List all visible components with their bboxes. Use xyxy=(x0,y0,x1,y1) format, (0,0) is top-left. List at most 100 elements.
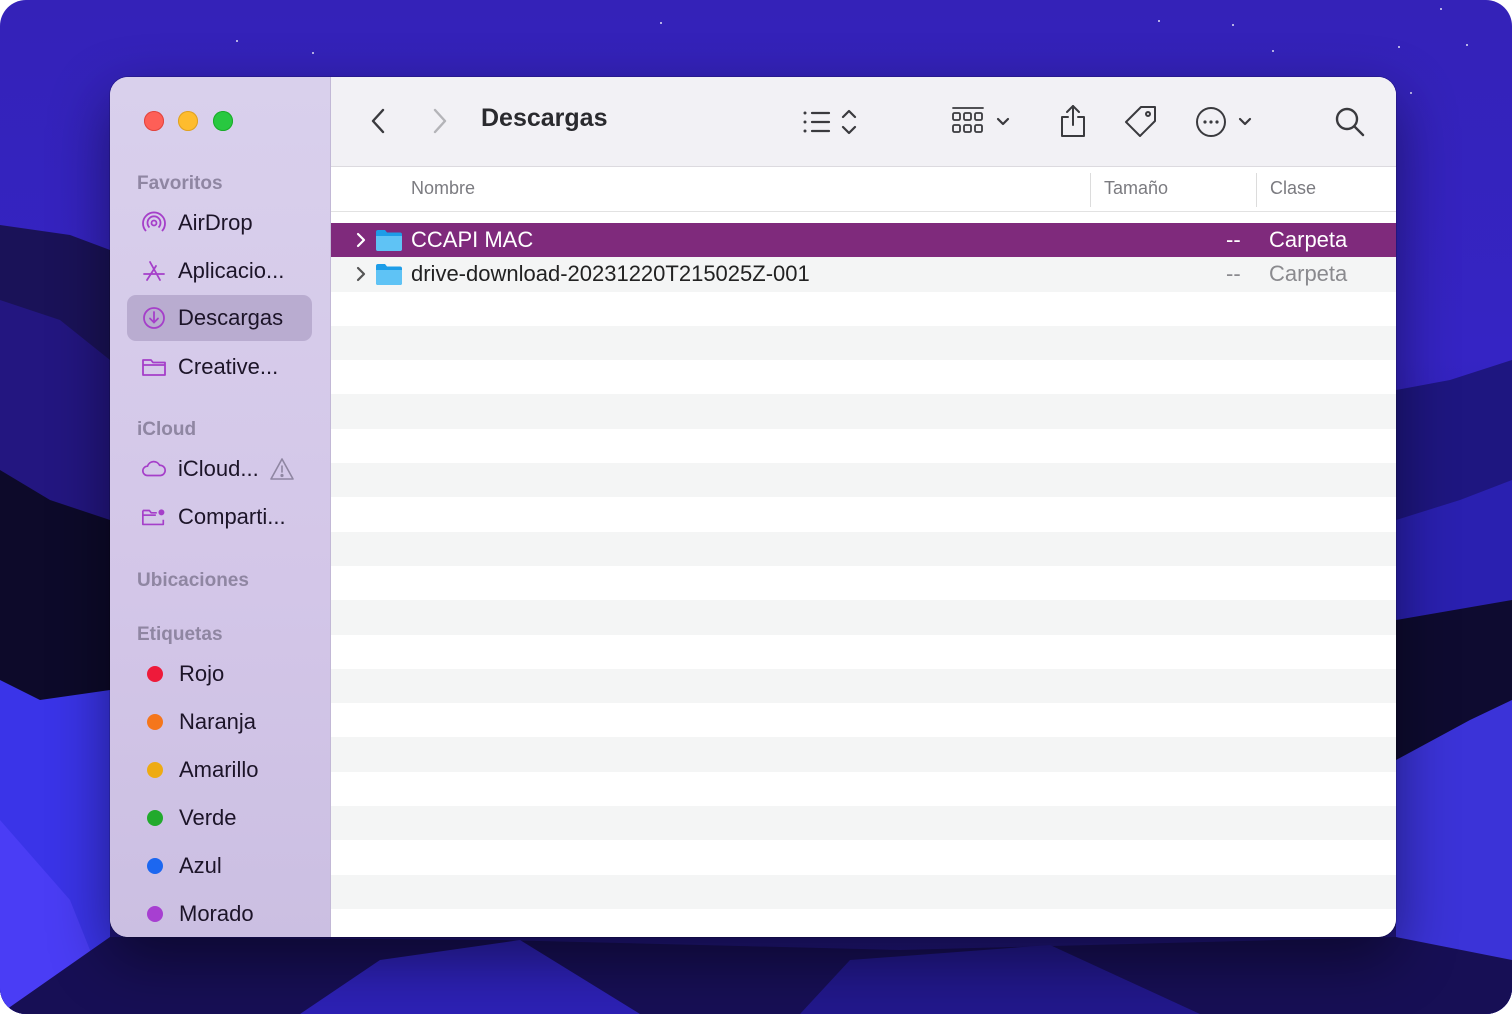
search-icon xyxy=(1335,107,1365,137)
empty-row xyxy=(331,360,1396,394)
blue-tag-icon xyxy=(147,858,163,874)
file-size: -- xyxy=(1226,227,1241,252)
empty-row xyxy=(331,394,1396,429)
downloads-icon xyxy=(141,305,167,331)
icloud-icon xyxy=(141,456,167,482)
column-kind[interactable]: Clase xyxy=(1270,178,1316,199)
sidebar-item-label: Rojo xyxy=(179,661,225,686)
sidebar-heading-icloud: iCloud xyxy=(137,419,197,440)
disclosure-triangle-icon[interactable] xyxy=(354,264,368,284)
empty-row xyxy=(331,325,1396,361)
column-name[interactable]: Nombre xyxy=(411,178,475,199)
empty-row xyxy=(331,463,1396,498)
sidebar-item-label: Azul xyxy=(179,853,222,878)
group-icon xyxy=(952,107,1010,133)
empty-row xyxy=(331,292,1396,326)
green-tag-icon xyxy=(147,810,163,826)
sidebar-item-downloads[interactable]: Descargas xyxy=(127,295,312,341)
sidebar-item-label: Naranja xyxy=(179,709,257,734)
warning-icon xyxy=(269,457,295,481)
sidebar-tag-green[interactable]: Verde xyxy=(127,795,312,841)
sidebar-item-label: Morado xyxy=(179,901,254,926)
column-divider[interactable] xyxy=(1256,173,1257,207)
main-pane: Descargas Nombre Tamaño Clase CCAPI MAC … xyxy=(331,77,1396,937)
file-row[interactable]: CCAPI MAC -- Carpeta xyxy=(331,223,1396,258)
empty-row xyxy=(331,429,1396,463)
sidebar-tag-yellow[interactable]: Amarillo xyxy=(127,747,312,793)
folder-icon xyxy=(376,230,402,251)
finder-window: Favoritos AirDrop Aplicacio... Descargas… xyxy=(110,77,1396,937)
purple-tag-icon xyxy=(147,906,163,922)
sidebar-item-label: Verde xyxy=(179,805,237,830)
list-view-icon xyxy=(803,109,857,135)
forward-button[interactable] xyxy=(425,103,455,139)
empty-row xyxy=(331,737,1396,772)
empty-row xyxy=(331,531,1396,566)
tag-button[interactable] xyxy=(1121,103,1161,141)
sidebar: Favoritos AirDrop Aplicacio... Descargas… xyxy=(110,77,331,937)
sidebar-tag-blue[interactable]: Azul xyxy=(127,843,312,889)
sidebar-item-label: AirDrop xyxy=(178,210,253,235)
window-title: Descargas xyxy=(481,104,608,132)
sidebar-tag-red[interactable]: Rojo xyxy=(127,651,312,697)
disclosure-triangle-icon[interactable] xyxy=(354,230,368,250)
orange-tag-icon xyxy=(147,714,163,730)
sidebar-item-label: Aplicacio... xyxy=(178,258,285,283)
share-icon xyxy=(1061,105,1085,137)
file-row[interactable]: drive-download-20231220T215025Z-001 -- C… xyxy=(331,257,1396,292)
sidebar-heading-tags[interactable]: Etiquetas xyxy=(137,624,223,646)
sidebar-item-label: Comparti... xyxy=(178,504,286,529)
shared-folder-icon xyxy=(141,504,167,530)
close-button[interactable] xyxy=(144,111,164,131)
more-actions-button[interactable] xyxy=(1195,103,1257,141)
folder-icon xyxy=(141,354,167,380)
column-header: Nombre Tamaño Clase xyxy=(331,167,1396,212)
file-name: CCAPI MAC xyxy=(411,227,534,252)
empty-row xyxy=(331,600,1396,635)
sidebar-item-shared[interactable]: Comparti... xyxy=(127,494,312,540)
empty-row xyxy=(331,668,1396,704)
file-kind: Carpeta xyxy=(1269,261,1348,287)
sidebar-item-airdrop[interactable]: AirDrop xyxy=(127,200,312,246)
search-button[interactable] xyxy=(1331,103,1369,141)
forward-icon xyxy=(433,108,447,134)
minimize-button[interactable] xyxy=(178,111,198,131)
folder-icon xyxy=(376,264,402,286)
toolbar: Descargas xyxy=(331,77,1396,167)
empty-row xyxy=(331,566,1396,600)
view-options-button[interactable] xyxy=(799,105,871,139)
sidebar-item-applications[interactable]: Aplicacio... xyxy=(127,248,312,294)
empty-row xyxy=(331,840,1396,874)
sidebar-tag-purple[interactable]: Morado xyxy=(127,891,312,937)
group-button[interactable] xyxy=(951,105,1015,139)
sidebar-item-label: Creative... xyxy=(178,354,279,379)
sidebar-item-label: Descargas xyxy=(178,305,284,330)
column-size[interactable]: Tamaño xyxy=(1104,178,1168,199)
sidebar-tag-orange[interactable]: Naranja xyxy=(127,699,312,745)
empty-row xyxy=(331,497,1396,531)
more-icon xyxy=(1196,107,1252,137)
sidebar-item-label: iCloud... xyxy=(178,456,259,481)
empty-row xyxy=(331,806,1396,841)
sidebar-item-creative[interactable]: Creative... xyxy=(127,344,312,390)
back-button[interactable] xyxy=(363,103,393,139)
tag-icon xyxy=(1125,106,1156,137)
empty-row xyxy=(331,874,1396,909)
red-tag-icon xyxy=(147,666,163,682)
zoom-button[interactable] xyxy=(213,111,233,131)
sidebar-item-icloud-drive[interactable]: iCloud... xyxy=(127,446,312,492)
empty-row xyxy=(331,635,1396,669)
empty-row xyxy=(331,703,1396,737)
sidebar-item-label: Amarillo xyxy=(179,757,259,782)
yellow-tag-icon xyxy=(147,762,163,778)
column-divider[interactable] xyxy=(1090,173,1091,207)
sidebar-heading-locations[interactable]: Ubicaciones xyxy=(137,570,249,592)
file-list: CCAPI MAC -- Carpeta drive-download-2023… xyxy=(331,223,1396,909)
file-name: drive-download-20231220T215025Z-001 xyxy=(411,261,810,287)
share-button[interactable] xyxy=(1056,101,1090,141)
file-kind: Carpeta xyxy=(1269,227,1348,252)
applications-icon xyxy=(141,258,167,284)
airdrop-icon xyxy=(141,210,167,236)
back-icon xyxy=(371,108,385,134)
empty-row xyxy=(331,772,1396,806)
